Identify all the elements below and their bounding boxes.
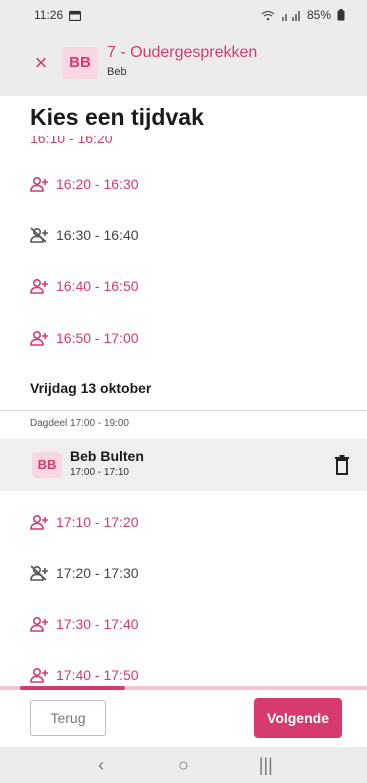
avatar: BB bbox=[32, 452, 62, 478]
slot-item[interactable]: 17:40 - 17:50 bbox=[30, 663, 139, 686]
next-button[interactable]: Volgende bbox=[254, 698, 342, 738]
app-bar: × BB 7 - Oudergesprekken Beb bbox=[0, 30, 367, 96]
nav-recents-icon[interactable]: ||| bbox=[251, 755, 281, 776]
close-icon: × bbox=[34, 50, 48, 75]
page-title: Kies een tijdvak bbox=[30, 104, 210, 131]
slot-item: 17:20 - 17:30 bbox=[30, 561, 139, 585]
wifi-icon bbox=[261, 10, 275, 20]
slot-item: 16:30 - 16:40 bbox=[30, 223, 139, 247]
trash-icon[interactable] bbox=[334, 455, 350, 475]
slot-label: 16:50 - 17:00 bbox=[56, 330, 139, 346]
add-person-icon bbox=[30, 616, 48, 632]
booked-appointment[interactable]: BB Beb Bulten 17:00 - 17:10 bbox=[0, 439, 367, 491]
day-heading: Vrijdag 13 oktober bbox=[30, 380, 152, 396]
battery-percent: 85% bbox=[306, 8, 331, 22]
person-blocked-icon bbox=[30, 565, 48, 581]
slot-item[interactable]: 16:40 - 16:50 bbox=[30, 274, 139, 298]
add-person-icon bbox=[30, 278, 48, 294]
signal-icon bbox=[281, 10, 300, 21]
slot-label: 17:30 - 17:40 bbox=[56, 616, 139, 632]
slot-label: 16:40 - 16:50 bbox=[56, 278, 139, 294]
back-button[interactable]: Terug bbox=[30, 700, 106, 736]
add-person-icon bbox=[30, 330, 48, 346]
slot-label: 17:40 - 17:50 bbox=[56, 667, 139, 683]
add-person-icon bbox=[30, 176, 48, 192]
system-nav-bar: ‹ ○ ||| bbox=[0, 747, 367, 783]
slot-label: 16:30 - 16:40 bbox=[56, 227, 139, 243]
divider bbox=[0, 410, 367, 411]
slot-item[interactable]: 17:30 - 17:40 bbox=[30, 612, 139, 636]
slot-label: 17:20 - 17:30 bbox=[56, 565, 139, 581]
nav-home-icon[interactable]: ○ bbox=[168, 755, 198, 776]
slot-item[interactable]: 16:50 - 17:00 bbox=[30, 326, 139, 350]
app-bar-title: 7 - Oudergesprekken bbox=[107, 44, 258, 61]
calendar-notification-icon bbox=[69, 10, 82, 21]
add-person-icon bbox=[30, 667, 48, 683]
slot-item[interactable]: 17:10 - 17:20 bbox=[30, 510, 139, 534]
avatar: BB bbox=[62, 47, 98, 79]
slot-partial[interactable]: 16:10 - 16:20 bbox=[30, 136, 113, 146]
slot-item[interactable]: 16:20 - 16:30 bbox=[30, 172, 139, 196]
slot-list[interactable]: Kies een tijdvak 16:10 - 16:20 16:20 - 1… bbox=[0, 96, 367, 686]
battery-icon bbox=[337, 9, 345, 21]
daypart-label: Dagdeel 17:00 - 19:00 bbox=[30, 418, 129, 429]
footer: Terug Volgende bbox=[0, 690, 367, 747]
person-blocked-icon bbox=[30, 227, 48, 243]
booked-time: 17:00 - 17:10 bbox=[70, 467, 129, 478]
status-bar: 11:26 85% bbox=[0, 0, 367, 30]
booked-name: Beb Bulten bbox=[70, 448, 144, 464]
add-person-icon bbox=[30, 514, 48, 530]
slot-label: 17:10 - 17:20 bbox=[56, 514, 139, 530]
app-bar-subtitle: Beb bbox=[107, 66, 127, 78]
close-button[interactable]: × bbox=[30, 52, 52, 74]
status-time: 11:26 bbox=[34, 8, 64, 22]
slot-label: 16:20 - 16:30 bbox=[56, 176, 139, 192]
nav-back-icon[interactable]: ‹ bbox=[86, 755, 116, 776]
